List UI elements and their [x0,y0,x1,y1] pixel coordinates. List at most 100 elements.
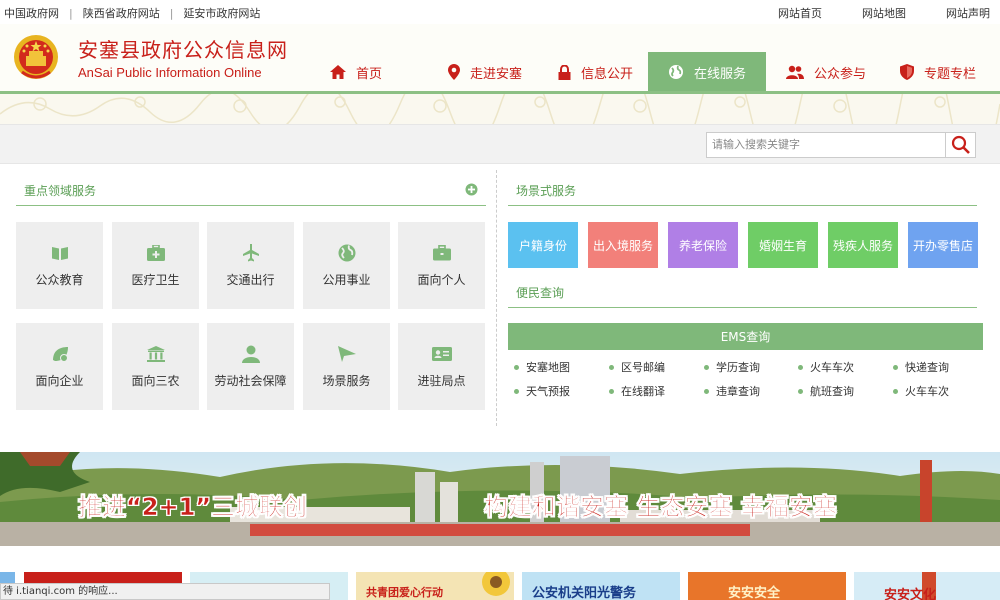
tile-label: 医疗卫生 [131,273,180,287]
thumbnail-caption: 安安安全 [728,586,781,600]
link-express-query[interactable]: 快递查询 [893,359,949,375]
nav-label: 在线服务 [694,66,747,82]
section-divider [508,205,977,206]
tile-label: 交通出行 [226,273,275,287]
site-title[interactable]: 安塞县政府公众信息网 [78,34,288,63]
shield-icon [900,64,914,80]
nav-home[interactable]: 首页 [320,52,438,92]
briefcase-icon [432,243,451,263]
thumbnail-safety[interactable]: 安安安全 [688,572,846,600]
link-statement[interactable]: 网站声明 [946,5,990,21]
location-pin-icon [448,64,460,80]
separator: | [69,6,73,20]
link-area-code[interactable]: 区号邮编 [609,359,665,375]
section-divider [508,307,977,308]
link-education-query[interactable]: 学历查询 [704,359,760,375]
site-header: 安塞县政府公众信息网 AnSai Public Information Onli… [0,24,1000,92]
globe-icon [669,65,683,79]
nav-label: 信息公开 [581,66,634,82]
tile-scene-services[interactable]: 场景服务 [303,323,390,410]
tile-agriculture[interactable]: 面向三农 [112,323,199,410]
link-flight-query[interactable]: 航班查询 [798,383,854,399]
tile-education[interactable]: 公众教育 [16,222,103,309]
tile-labor-security[interactable]: 劳动社会保障 [207,323,294,410]
tile-utilities[interactable]: 公用事业 [303,222,390,309]
key-services-title: 重点领域服务 [24,184,97,198]
users-icon [786,65,804,79]
search-button[interactable] [946,132,976,158]
link-shaanxi-gov[interactable]: 陕西省政府网站 [83,5,160,21]
thumbnail-youth-league[interactable]: 共青团爱心行动 [356,572,514,600]
tile-healthcare[interactable]: 医疗卫生 [112,222,199,309]
scene-button-marriage[interactable]: 婚姻生育 [748,222,818,268]
tile-transport[interactable]: 交通出行 [207,222,294,309]
link-ansai-map[interactable]: 安塞地图 [514,359,570,375]
browser-status-bar: 待 i.tianqi.com 的响应... [0,583,330,600]
main-nav: 首页 走进安塞 信息公开 在线服务 公众参与 专题专栏 [320,52,994,92]
bank-icon [146,344,165,364]
thumbnail-culture[interactable]: 安安文化 [854,572,1000,600]
search-input[interactable]: 请输入搜索关键字 [706,132,946,158]
scene-services-title: 场景式服务 [516,184,577,198]
nav-about[interactable]: 走进安塞 [438,52,548,92]
tile-label: 面向企业 [35,374,84,388]
site-subtitle: AnSai Public Information Online [78,65,262,80]
home-icon [330,65,346,79]
lock-icon [558,64,571,80]
tile-stationed-offices[interactable]: 进驻局点 [398,323,485,410]
thumbnail-caption: 共青团爱心行动 [366,586,443,599]
link-home[interactable]: 网站首页 [778,5,822,21]
tile-enterprises[interactable]: 面向企业 [16,323,103,410]
tile-label: 场景服务 [322,374,371,388]
send-icon [337,344,356,364]
globe-icon [338,243,356,263]
thumbnail-caption: 安安文化 [884,588,937,600]
tile-individuals[interactable]: 面向个人 [398,222,485,309]
nav-special-topics[interactable]: 专题专栏 [884,52,994,92]
tile-label: 劳动社会保障 [214,374,287,388]
id-card-icon [431,344,452,364]
medkit-icon [146,243,165,263]
link-china-gov[interactable]: 中国政府网 [4,5,59,21]
nav-label: 专题专栏 [924,66,977,82]
link-train-schedule[interactable]: 火车车次 [798,359,854,375]
tile-label: 面向个人 [417,273,466,287]
nav-label: 公众参与 [814,66,867,82]
airplane-icon [242,243,259,263]
search-bar-area: 请输入搜索关键字 [0,124,1000,164]
scene-button-disability[interactable]: 残疾人服务 [828,222,898,268]
thumbnail-caption: 公安机关阳光警务 [532,586,637,600]
link-translate[interactable]: 在线翻译 [609,383,665,399]
plus-circle-icon[interactable] [465,183,478,196]
nav-info-disclosure[interactable]: 信息公开 [548,52,648,92]
top-link-bar: 中国政府网 | 陕西省政府网站 | 延安市政府网站 网站首页 网站地图 网站声明 [0,0,1000,24]
thumbnail-police[interactable]: 公安机关阳光警务 [522,572,680,600]
nav-public-participation[interactable]: 公众参与 [766,52,884,92]
section-divider [16,205,486,206]
banner-slogan-right: 构建和谐安塞 生态安塞 幸福安塞 [484,493,837,522]
tile-label: 公用事业 [322,273,371,287]
link-weather[interactable]: 天气预报 [514,383,570,399]
tile-label: 进驻局点 [417,374,466,388]
national-emblem-icon [14,35,58,79]
decorative-pattern-band [0,94,1000,124]
scene-button-retail-store[interactable]: 开办零售店 [908,222,978,268]
nav-online-services[interactable]: 在线服务 [648,52,766,92]
separator: | [169,6,174,20]
nav-label: 首页 [356,66,383,82]
tile-label: 面向三农 [131,374,180,388]
link-violation-query[interactable]: 违章查询 [704,383,760,399]
convenience-title: 便民查询 [516,286,565,300]
leaf-icon [51,344,69,364]
link-train-schedule-2[interactable]: 火车车次 [893,383,949,399]
book-icon [51,243,69,263]
scene-button-household[interactable]: 户籍身份 [508,222,578,268]
link-sitemap[interactable]: 网站地图 [862,5,906,21]
scene-button-pension[interactable]: 养老保险 [668,222,738,268]
tile-label: 公众教育 [35,273,84,287]
search-icon [951,135,970,154]
person-icon [241,344,260,364]
link-yanan-gov[interactable]: 延安市政府网站 [183,5,260,21]
scene-button-exit-entry[interactable]: 出入境服务 [588,222,658,268]
ems-query-bar[interactable]: EMS查询 [508,323,983,350]
